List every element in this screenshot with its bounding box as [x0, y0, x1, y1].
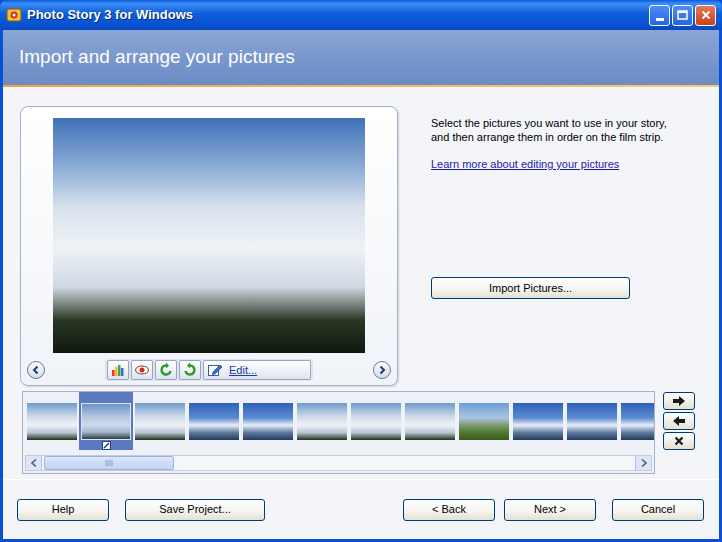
header-accent-line [3, 85, 719, 87]
auto-correct-color-icon [110, 362, 126, 378]
footer-divider [3, 479, 719, 480]
scroll-grip-icon [105, 460, 113, 466]
close-button[interactable] [695, 5, 716, 26]
scrollbar-track[interactable] [42, 456, 635, 470]
thumbnail-photo [513, 403, 563, 440]
auto-correct-color-button[interactable] [107, 360, 129, 380]
thumbnail-item[interactable] [565, 392, 619, 450]
footer-right: < Back Next > Cancel [403, 499, 704, 521]
footer-button[interactable]: Cancel [612, 499, 704, 521]
rotate-right-button[interactable] [179, 360, 201, 380]
thumbnail-item[interactable] [457, 392, 511, 450]
rotate-left-icon [158, 362, 174, 378]
thumbnail-photo [27, 403, 77, 440]
move-left-button[interactable] [663, 412, 695, 430]
remove-picture-button[interactable] [663, 432, 695, 450]
instructions-column: Select the pictures you want to use in y… [431, 106, 681, 386]
red-eye-icon [134, 362, 150, 378]
footer-left: Help Save Project... [17, 499, 265, 521]
footer-button[interactable]: Save Project... [125, 499, 265, 521]
thumbnail-item[interactable] [133, 392, 187, 450]
thumbnail-item[interactable] [187, 392, 241, 450]
thumbnail-item[interactable] [349, 392, 403, 450]
red-eye-button[interactable] [131, 360, 153, 380]
close-icon [701, 10, 711, 20]
next-picture-button[interactable] [373, 361, 391, 379]
thumbnail-photo [297, 403, 347, 440]
thumbnail-item[interactable] [619, 392, 654, 450]
preview-photo [53, 118, 365, 353]
edited-badge-icon [102, 441, 111, 450]
thumbnail-photo [459, 403, 509, 440]
filmstrip-actions [663, 391, 695, 474]
scrollbar-thumb[interactable] [44, 456, 174, 470]
page-header: Import and arrange your pictures [3, 30, 719, 85]
main-area: Edit... Select the pictures you want to u… [3, 87, 719, 386]
thumbnail-item[interactable] [25, 392, 79, 450]
import-pictures-button[interactable]: Import Pictures... [431, 277, 630, 299]
thumbnail-photo [405, 403, 455, 440]
app-icon [6, 7, 22, 23]
minimize-icon [656, 18, 664, 21]
thumbnail-photo [243, 403, 293, 440]
scroll-right-icon [641, 459, 647, 467]
minimize-button[interactable] [649, 5, 670, 26]
filmstrip [22, 391, 655, 474]
rotate-right-icon [182, 362, 198, 378]
footer-button[interactable]: Next > [504, 499, 596, 521]
edit-pencil-icon [207, 362, 223, 378]
thumbnail-photo [81, 403, 131, 440]
thumbnail-photo [351, 403, 401, 440]
client-area: Import and arrange your pictures Edit... S… [3, 30, 719, 539]
arrow-right-icon [672, 395, 686, 407]
previous-picture-button[interactable] [27, 361, 45, 379]
chevron-left-icon [31, 365, 41, 375]
instructions-text: Select the pictures you want to use in y… [431, 116, 681, 144]
page-title: Import and arrange your pictures [19, 43, 295, 72]
delete-x-icon [674, 436, 684, 446]
filmstrip-row [3, 391, 719, 474]
thumbnail-strip [23, 392, 654, 450]
edit-button[interactable]: Edit... [203, 360, 311, 380]
scroll-left-button[interactable] [26, 456, 42, 470]
chevron-right-icon [377, 365, 387, 375]
arrow-left-icon [672, 415, 686, 427]
edit-button-label: Edit... [229, 362, 257, 379]
filmstrip-scrollbar[interactable] [25, 455, 652, 471]
footer-button[interactable]: < Back [403, 499, 495, 521]
scroll-left-icon [31, 459, 37, 467]
title-bar: Photo Story 3 for Windows [0, 0, 722, 30]
move-right-button[interactable] [663, 392, 695, 410]
thumbnail-photo [135, 403, 185, 440]
help-link[interactable]: Learn more about editing your pictures [431, 157, 681, 171]
window-controls [649, 5, 716, 26]
thumbnail-photo [567, 403, 617, 440]
edit-tools: Edit... [105, 359, 313, 381]
preview-toolbar: Edit... [21, 359, 397, 381]
thumbnail-item[interactable] [79, 392, 133, 450]
footer-button[interactable]: Help [17, 499, 109, 521]
thumbnail-item[interactable] [241, 392, 295, 450]
thumbnail-photo [189, 403, 239, 440]
window-title: Photo Story 3 for Windows [27, 5, 644, 25]
footer: Help Save Project... < Back Next > Cancel [3, 480, 719, 539]
thumbnail-item[interactable] [295, 392, 349, 450]
thumbnail-photo [621, 403, 654, 440]
preview-panel: Edit... [20, 106, 398, 386]
maximize-button[interactable] [672, 5, 693, 26]
maximize-icon [677, 10, 688, 20]
rotate-left-button[interactable] [155, 360, 177, 380]
thumbnail-item[interactable] [403, 392, 457, 450]
scroll-right-button[interactable] [635, 456, 651, 470]
thumbnail-item[interactable] [511, 392, 565, 450]
photo-story-window: Photo Story 3 for Windows Import and arra… [0, 0, 722, 542]
